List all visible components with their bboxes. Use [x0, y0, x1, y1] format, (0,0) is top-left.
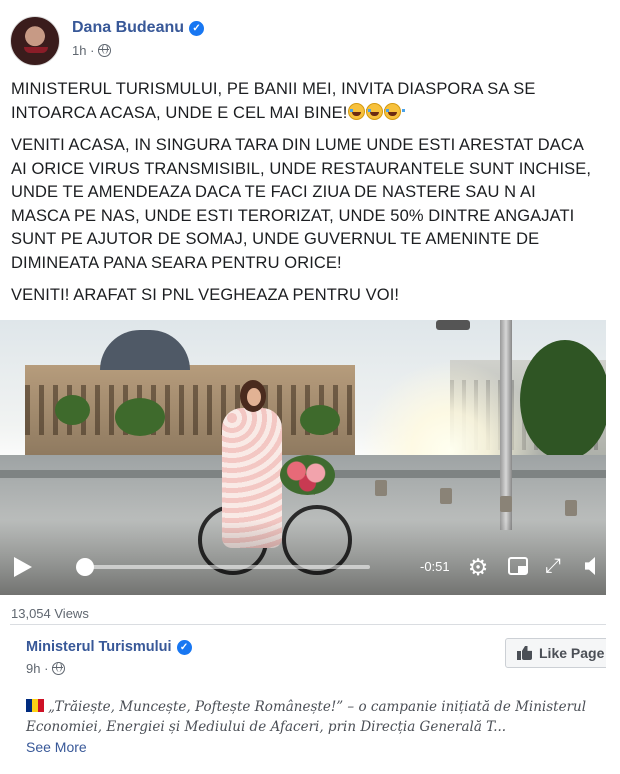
post-line: MINISTERUL TURISMULUI, PE BANII MEI, INV… [11, 80, 536, 98]
laughing-emoji-icon [348, 102, 370, 120]
shared-page-row: Ministerul Turismului ✓ [26, 639, 192, 655]
shared-page-name[interactable]: Ministerul Turismului [26, 639, 172, 655]
post-header: Dana Budeanu ✓ 1h · [10, 16, 205, 66]
post-paragraph-3: VENITI! ARAFAT SI PNL VEGHEAZA PENTRU VO… [11, 284, 606, 308]
shared-page-description: „Trăiește, Muncește, Poftește Românește!… [26, 697, 606, 737]
post-line: MASCA PE NAS, UNDE ESTI TERORIZAT, UNDE … [11, 206, 575, 225]
globe-icon [98, 44, 112, 57]
post-line: SUNT PE AJUTOR DE SOMAJ, UNDE GUVERNUL T… [11, 230, 540, 248]
author-block: Dana Budeanu ✓ 1h · [72, 19, 205, 58]
meta-separator: · [40, 661, 49, 676]
shared-page-meta: 9h · [26, 661, 192, 676]
video-progress-bar[interactable] [80, 565, 370, 569]
thumbs-up-icon [517, 646, 532, 660]
video-stake [375, 480, 387, 496]
gear-icon[interactable]: ⚙ [466, 555, 490, 579]
video-tree [520, 340, 606, 460]
play-icon[interactable] [14, 557, 32, 577]
picture-in-picture-icon[interactable] [508, 557, 528, 575]
laughing-emoji-icon [384, 102, 406, 120]
video-tree [300, 405, 340, 435]
shared-page-header: Ministerul Turismului ✓ 9h · [26, 639, 192, 676]
like-page-label: Like Page [539, 645, 605, 661]
verified-badge-icon: ✓ [189, 20, 205, 36]
video-controls: -0:51 ⚙ ⤢ [0, 545, 606, 590]
description-line-1: „Trăiește, Muncește, Poftește Românește!… [48, 699, 587, 715]
romania-flag-icon [26, 699, 44, 712]
video-flower-basket [280, 455, 335, 495]
video-time-remaining: -0:51 [420, 559, 450, 574]
shared-page-time[interactable]: 9h [26, 661, 40, 676]
post-card: Dana Budeanu ✓ 1h · MINISTERUL TURISMULU… [0, 0, 606, 774]
post-meta: 1h · [72, 43, 204, 58]
video-stake [565, 500, 577, 516]
video-tree [55, 395, 90, 425]
author-name[interactable]: Dana Budeanu [72, 19, 184, 37]
post-paragraph-1: MINISTERUL TURISMULUI, PE BANII MEI, INV… [11, 78, 606, 125]
laughing-emoji-icon [366, 102, 388, 120]
globe-icon [52, 662, 66, 675]
video-rider-face [247, 388, 261, 406]
post-line: DIMINEATA PANA SEARA PENTRU ORICE! [11, 253, 342, 272]
video-stake [440, 488, 452, 504]
post-paragraph-2: VENITI ACASA, IN SINGURA TARA DIN LUME U… [11, 134, 606, 275]
post-line: UNDE TE AMENDEAZA DACA TE FACI ZIUA DE N… [11, 183, 536, 201]
post-time[interactable]: 1h [72, 43, 86, 58]
divider [10, 624, 606, 625]
verified-badge-icon: ✓ [176, 639, 192, 655]
post-line: AI ORICE VIRUS TRANSMISIBIL, UNDE RESTAU… [11, 159, 592, 178]
post-line: INTOARCA ACASA, UNDE E CEL MAI BINE! [11, 103, 348, 122]
like-page-button[interactable]: Like Page [505, 638, 606, 668]
video-progress-knob[interactable] [76, 558, 94, 576]
author-avatar[interactable] [10, 16, 60, 66]
fullscreen-icon[interactable]: ⤢ [545, 555, 561, 577]
post-line: VENITI! ARAFAT SI PNL VEGHEAZA PENTRU VO… [11, 286, 400, 304]
video-views: 13,054 Views [11, 606, 89, 621]
meta-separator: · [86, 43, 95, 58]
post-line: VENITI ACASA, IN SINGURA TARA DIN LUME U… [11, 136, 585, 154]
video-stake [500, 496, 512, 512]
see-more-link[interactable]: See More [26, 739, 87, 755]
author-row: Dana Budeanu ✓ [72, 19, 205, 37]
video-pole-cap [436, 320, 470, 330]
volume-icon[interactable] [585, 557, 595, 575]
video-tree [115, 398, 165, 436]
post-text: MINISTERUL TURISMULUI, PE BANII MEI, INV… [11, 78, 606, 317]
description-line-2: Economiei, Energiei și Mediului de Aface… [26, 719, 507, 735]
